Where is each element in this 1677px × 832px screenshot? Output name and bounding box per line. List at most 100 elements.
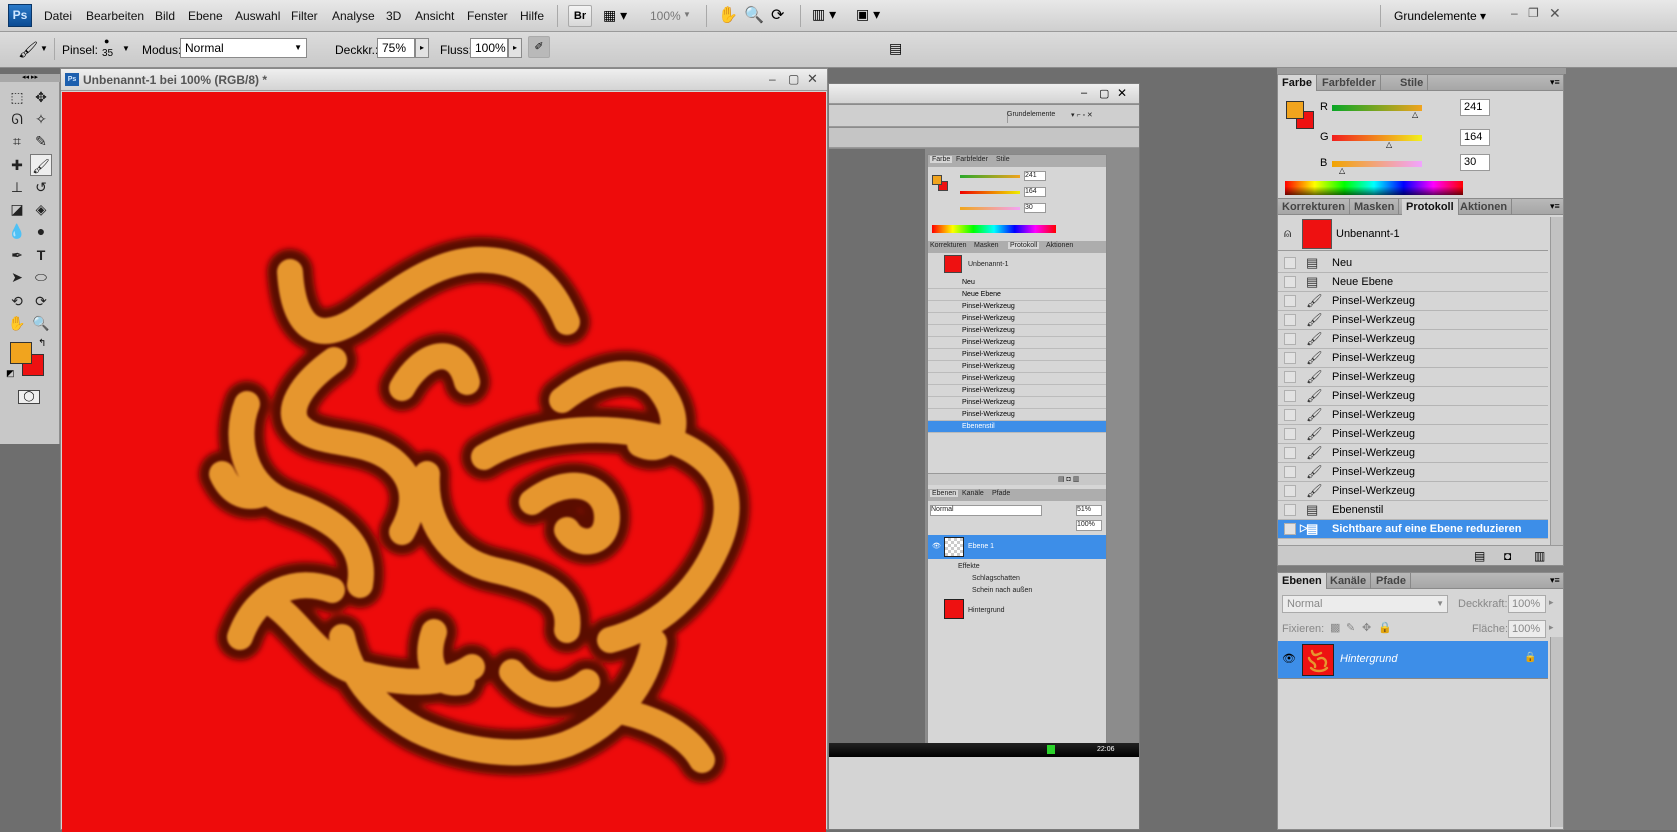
history-item[interactable]: 🖌 Pinsel-Werkzeug bbox=[1278, 330, 1548, 349]
opacity-slider-icon[interactable]: ▸ bbox=[1549, 597, 1554, 608]
history-source-checkbox[interactable] bbox=[1284, 409, 1296, 421]
3d-orbit-icon[interactable]: ⟳ bbox=[30, 290, 52, 312]
panel-toggle-icon[interactable]: ▤ bbox=[889, 40, 902, 57]
lock-transparency-icon[interactable]: ▩ bbox=[1330, 621, 1340, 634]
list-item[interactable]: Neu bbox=[928, 277, 1106, 289]
list-item[interactable]: Pinsel-Werkzeug bbox=[928, 385, 1106, 397]
list-item[interactable]: Pinsel-Werkzeug bbox=[928, 397, 1106, 409]
workspace-switcher[interactable]: Grundelemente ▾ bbox=[1394, 9, 1486, 23]
list-item[interactable]: Pinsel-Werkzeug bbox=[928, 325, 1106, 337]
lasso-tool-icon[interactable]: ᘏ bbox=[6, 108, 28, 130]
tab-kanaele[interactable]: Kanäle bbox=[1326, 573, 1372, 589]
inset-layer-row-selected[interactable]: 👁 Ebene 1 bbox=[928, 535, 1106, 559]
screen-mode-icon[interactable]: ▣ ▾ bbox=[856, 6, 880, 23]
menu-ebene[interactable]: Ebene bbox=[188, 9, 223, 23]
history-source-checkbox[interactable] bbox=[1284, 390, 1296, 402]
inset-fill[interactable]: 100% bbox=[1076, 520, 1102, 531]
history-item[interactable]: 🖌 Pinsel-Werkzeug bbox=[1278, 387, 1548, 406]
history-source-checkbox[interactable] bbox=[1284, 428, 1296, 440]
brush-dropdown-icon[interactable]: ▼ bbox=[122, 44, 130, 53]
inset-tab-protokoll[interactable]: Protokoll bbox=[1008, 242, 1040, 249]
inset-opacity[interactable]: 51% bbox=[1076, 505, 1102, 516]
menu-datei[interactable]: Datei bbox=[44, 9, 72, 23]
g-slider-thumb-icon[interactable]: △ bbox=[1386, 140, 1392, 149]
history-source-checkbox[interactable] bbox=[1284, 504, 1296, 516]
history-item[interactable]: 🖌 Pinsel-Werkzeug bbox=[1278, 406, 1548, 425]
history-item[interactable]: 🖌 Pinsel-Werkzeug bbox=[1278, 463, 1548, 482]
inset-tab-masken[interactable]: Masken bbox=[974, 242, 999, 249]
menu-fenster[interactable]: Fenster bbox=[467, 9, 508, 23]
inset-tab-aktionen[interactable]: Aktionen bbox=[1046, 242, 1073, 249]
zoom-tool-icon[interactable]: 🔍 bbox=[744, 5, 764, 25]
restore-icon[interactable]: ▢ bbox=[1099, 87, 1109, 100]
history-item[interactable]: ▤ Neue Ebene bbox=[1278, 273, 1548, 292]
shape-tool-icon[interactable]: ⬭ bbox=[30, 266, 52, 288]
inset-tab-korrekturen[interactable]: Korrekturen bbox=[930, 242, 967, 249]
history-item[interactable]: 🖌 Pinsel-Werkzeug bbox=[1278, 292, 1548, 311]
paint-bucket-icon[interactable]: ◈ bbox=[30, 198, 52, 220]
list-item[interactable]: Pinsel-Werkzeug bbox=[928, 337, 1106, 349]
inset-tab-stile[interactable]: Stile bbox=[996, 156, 1010, 163]
brush-tool-icon[interactable]: 🖌 bbox=[30, 154, 52, 176]
foreground-color-swatch[interactable] bbox=[10, 342, 32, 364]
panel-menu-icon[interactable]: ▾≡ bbox=[1550, 77, 1560, 88]
magic-wand-icon[interactable]: ✧ bbox=[30, 108, 52, 130]
history-source-checkbox[interactable] bbox=[1284, 314, 1296, 326]
history-item[interactable]: 🖌 Pinsel-Werkzeug bbox=[1278, 349, 1548, 368]
history-item[interactable]: 🖌 Pinsel-Werkzeug bbox=[1278, 444, 1548, 463]
menu-3d[interactable]: 3D bbox=[386, 9, 401, 23]
b-slider-thumb-icon[interactable]: △ bbox=[1339, 166, 1345, 175]
list-item[interactable]: Pinsel-Werkzeug bbox=[928, 301, 1106, 313]
inset-tab-kanaele[interactable]: Kanäle bbox=[962, 490, 984, 497]
history-source-checkbox[interactable] bbox=[1284, 333, 1296, 345]
history-source-checkbox[interactable] bbox=[1284, 523, 1296, 535]
list-item-selected[interactable]: Ebenenstil bbox=[928, 421, 1106, 433]
b-value-input[interactable]: 30 bbox=[1460, 154, 1490, 171]
eye-icon[interactable]: 👁 bbox=[932, 542, 941, 550]
history-item-current[interactable]: ▷ ▤ Sichtbare auf eine Ebene reduzieren bbox=[1278, 520, 1548, 539]
tab-stile[interactable]: Stile bbox=[1396, 75, 1429, 91]
new-document-from-state-icon[interactable]: ▤ bbox=[1474, 549, 1485, 563]
menu-analyse[interactable]: Analyse bbox=[332, 9, 375, 23]
history-source-checkbox[interactable] bbox=[1284, 295, 1296, 307]
layer-row-hintergrund[interactable]: 👁 Hintergrund 🔒 bbox=[1278, 641, 1548, 679]
blend-mode-select[interactable]: Normal ▼ bbox=[1282, 595, 1448, 613]
menu-bearbeiten[interactable]: Bearbeiten bbox=[86, 9, 144, 23]
history-scrollbar[interactable] bbox=[1550, 217, 1563, 545]
g-value-input[interactable]: 164 bbox=[1460, 129, 1490, 146]
zoom-tool-icon[interactable]: 🔍 bbox=[30, 312, 52, 334]
history-item[interactable]: ▤ Ebenenstil bbox=[1278, 501, 1548, 520]
close-icon[interactable]: ✕ bbox=[1117, 86, 1127, 100]
close-icon[interactable]: ✕ bbox=[1549, 5, 1561, 22]
list-item[interactable]: Pinsel-Werkzeug bbox=[928, 373, 1106, 385]
menu-auswahl[interactable]: Auswahl bbox=[235, 9, 280, 23]
history-brush-source-icon[interactable]: ⍝ bbox=[1284, 226, 1291, 241]
bridge-button[interactable]: Br bbox=[568, 5, 592, 27]
airbrush-toggle[interactable]: ✐ bbox=[528, 36, 550, 58]
inset-tab-ebenen[interactable]: Ebenen bbox=[930, 490, 959, 497]
fill-slider-icon[interactable]: ▸ bbox=[1549, 622, 1554, 633]
inset-tab-farbe[interactable]: Farbe bbox=[930, 156, 953, 163]
tab-protokoll[interactable]: Protokoll bbox=[1402, 199, 1459, 215]
inset-blend-select[interactable]: Normal bbox=[930, 505, 1042, 516]
blur-tool-icon[interactable]: 💧 bbox=[6, 220, 28, 242]
flow-slider-button[interactable]: ▸ bbox=[508, 38, 522, 58]
rotate-view-icon[interactable]: ⟳ bbox=[771, 5, 784, 25]
history-item[interactable]: ▤ Neu bbox=[1278, 254, 1548, 273]
layer-opacity-input[interactable]: 100% bbox=[1508, 595, 1546, 613]
r-value-input[interactable]: 241 bbox=[1460, 99, 1490, 116]
history-source-checkbox[interactable] bbox=[1284, 352, 1296, 364]
tab-ebenen[interactable]: Ebenen bbox=[1278, 573, 1327, 589]
list-item[interactable]: Pinsel-Werkzeug bbox=[928, 361, 1106, 373]
tab-masken[interactable]: Masken bbox=[1350, 199, 1400, 215]
history-item[interactable]: 🖌 Pinsel-Werkzeug bbox=[1278, 311, 1548, 330]
history-brush-icon[interactable]: ↺ bbox=[30, 176, 52, 198]
tab-aktionen[interactable]: Aktionen bbox=[1456, 199, 1513, 215]
opacity-input[interactable]: 75% bbox=[377, 38, 415, 58]
pen-tool-icon[interactable]: ✒ bbox=[6, 244, 28, 266]
minimize-icon[interactable]: – bbox=[1511, 6, 1518, 20]
inset-tab-farbfelder[interactable]: Farbfelder bbox=[956, 156, 988, 163]
path-selection-icon[interactable]: ➤ bbox=[6, 266, 28, 288]
hand-tool-icon[interactable]: ✋ bbox=[6, 312, 28, 334]
dodge-tool-icon[interactable]: ● bbox=[30, 220, 52, 242]
